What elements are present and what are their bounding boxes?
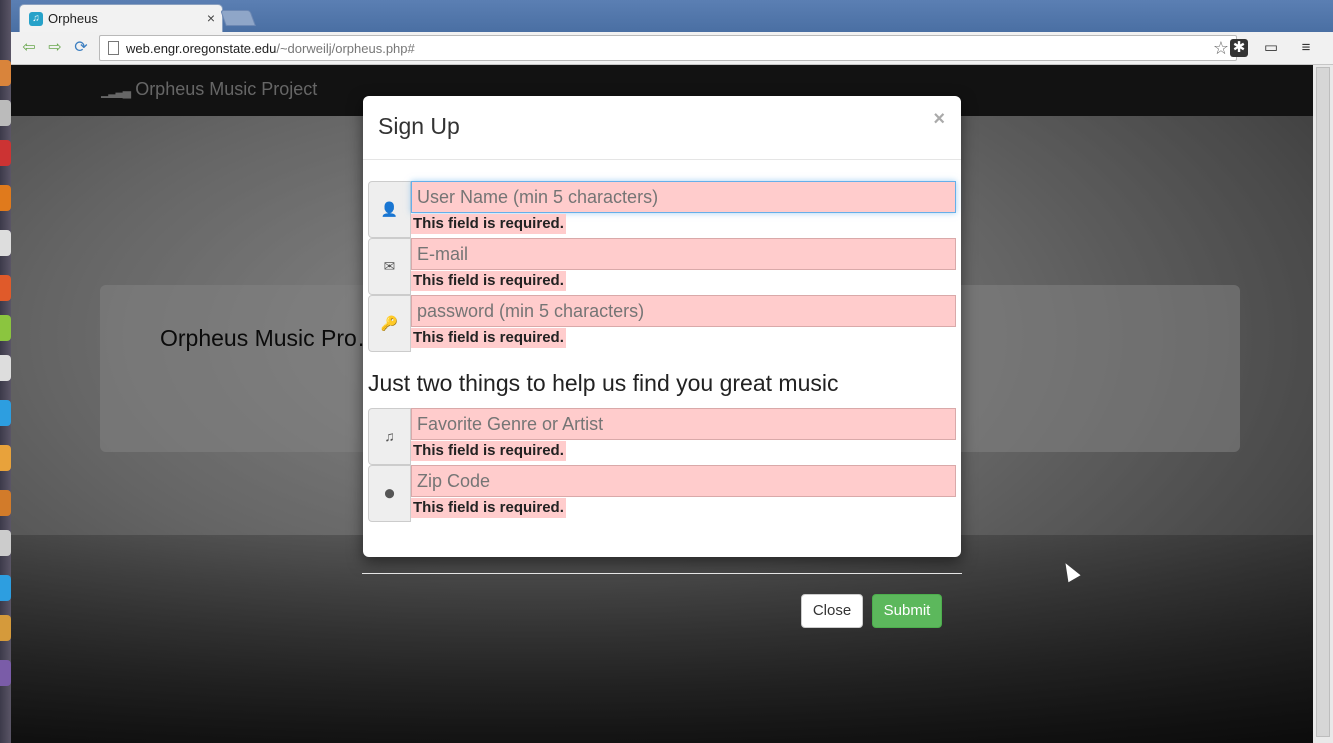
launcher-icon[interactable] [0, 230, 11, 256]
back-arrow-icon[interactable]: ⇦ [19, 38, 39, 58]
browser-toolbar: ⇦ ⇨ ⟳ web.engr.oregonstate.edu/~dorweilj… [11, 32, 1333, 65]
email-error: This field is required. [411, 271, 566, 291]
launcher-icon[interactable] [0, 275, 11, 301]
address-bar[interactable]: web.engr.oregonstate.edu/~dorweilj/orphe… [99, 35, 1237, 61]
map-marker-icon: ⬤ [368, 465, 411, 522]
reload-icon[interactable]: ⟳ [71, 38, 91, 58]
modal-close-icon[interactable]: × [933, 108, 945, 131]
launcher-bar [0, 0, 11, 743]
music-favicon-icon: ♫ [29, 12, 43, 26]
scrollbar-thumb[interactable] [1316, 67, 1330, 737]
modal-footer-divider [362, 573, 962, 574]
envelope-icon: ✉ [368, 238, 411, 295]
page-icon [108, 41, 119, 55]
modal-header: Sign Up × [363, 96, 961, 160]
zip-input[interactable] [411, 465, 956, 497]
password-field-group: 🔑 This field is required. [368, 295, 956, 352]
username-error: This field is required. [411, 214, 566, 234]
launcher-icon[interactable] [0, 60, 11, 86]
launcher-icon[interactable] [0, 315, 11, 341]
url-host: web.engr.oregonstate.edu [126, 41, 277, 56]
page-scrollbar[interactable] [1313, 65, 1333, 743]
launcher-icon[interactable] [0, 530, 11, 556]
genre-input[interactable] [411, 408, 956, 440]
zip-field-group: ⬤ This field is required. [368, 465, 956, 522]
extension-icon[interactable]: ✱ [1230, 39, 1248, 57]
music-icon: ♫ [368, 408, 411, 465]
close-button[interactable]: Close [801, 594, 863, 628]
launcher-icon[interactable] [0, 490, 11, 516]
email-input[interactable] [411, 238, 956, 270]
tab-close-icon[interactable]: × [207, 10, 215, 26]
tab-title: Orpheus [48, 11, 98, 26]
launcher-icon[interactable] [0, 400, 11, 426]
browser-chrome: ♫ Orpheus × ⇦ ⇨ ⟳ web.engr.oregonstate.e… [11, 0, 1333, 65]
launcher-icon[interactable] [0, 660, 11, 686]
music-subheading: Just two things to help us find you grea… [368, 370, 839, 396]
url-text: web.engr.oregonstate.edu/~dorweilj/orphe… [126, 41, 415, 56]
cast-icon[interactable]: ▭ [1261, 38, 1281, 58]
password-error: This field is required. [411, 328, 566, 348]
forward-arrow-icon[interactable]: ⇨ [45, 38, 65, 58]
launcher-icon[interactable] [0, 185, 11, 211]
new-tab-button[interactable] [220, 10, 256, 26]
launcher-icon[interactable] [0, 140, 11, 166]
signup-modal: Sign Up × 👤 This field is required. ✉ Th… [363, 96, 961, 557]
launcher-icon[interactable] [0, 355, 11, 381]
key-icon: 🔑 [368, 295, 411, 352]
submit-button[interactable]: Submit [872, 594, 942, 628]
bookmark-star-icon[interactable]: ☆ [1213, 38, 1229, 59]
launcher-icon[interactable] [0, 100, 11, 126]
tab-strip: ♫ Orpheus × [11, 0, 1333, 32]
user-icon: 👤 [368, 181, 411, 238]
username-field-group: 👤 This field is required. [368, 181, 956, 238]
genre-error: This field is required. [411, 441, 566, 461]
username-input[interactable] [411, 181, 956, 213]
zip-error: This field is required. [411, 498, 566, 518]
launcher-icon[interactable] [0, 445, 11, 471]
password-input[interactable] [411, 295, 956, 327]
launcher-icon[interactable] [0, 615, 11, 641]
url-path: /~dorweilj/orpheus.php# [276, 41, 415, 56]
genre-field-group: ♫ This field is required. [368, 408, 956, 465]
menu-icon[interactable]: ≡ [1296, 38, 1316, 58]
email-field-group: ✉ This field is required. [368, 238, 956, 295]
modal-title: Sign Up [378, 113, 460, 139]
browser-tab[interactable]: ♫ Orpheus × [19, 4, 223, 32]
launcher-icon[interactable] [0, 575, 11, 601]
